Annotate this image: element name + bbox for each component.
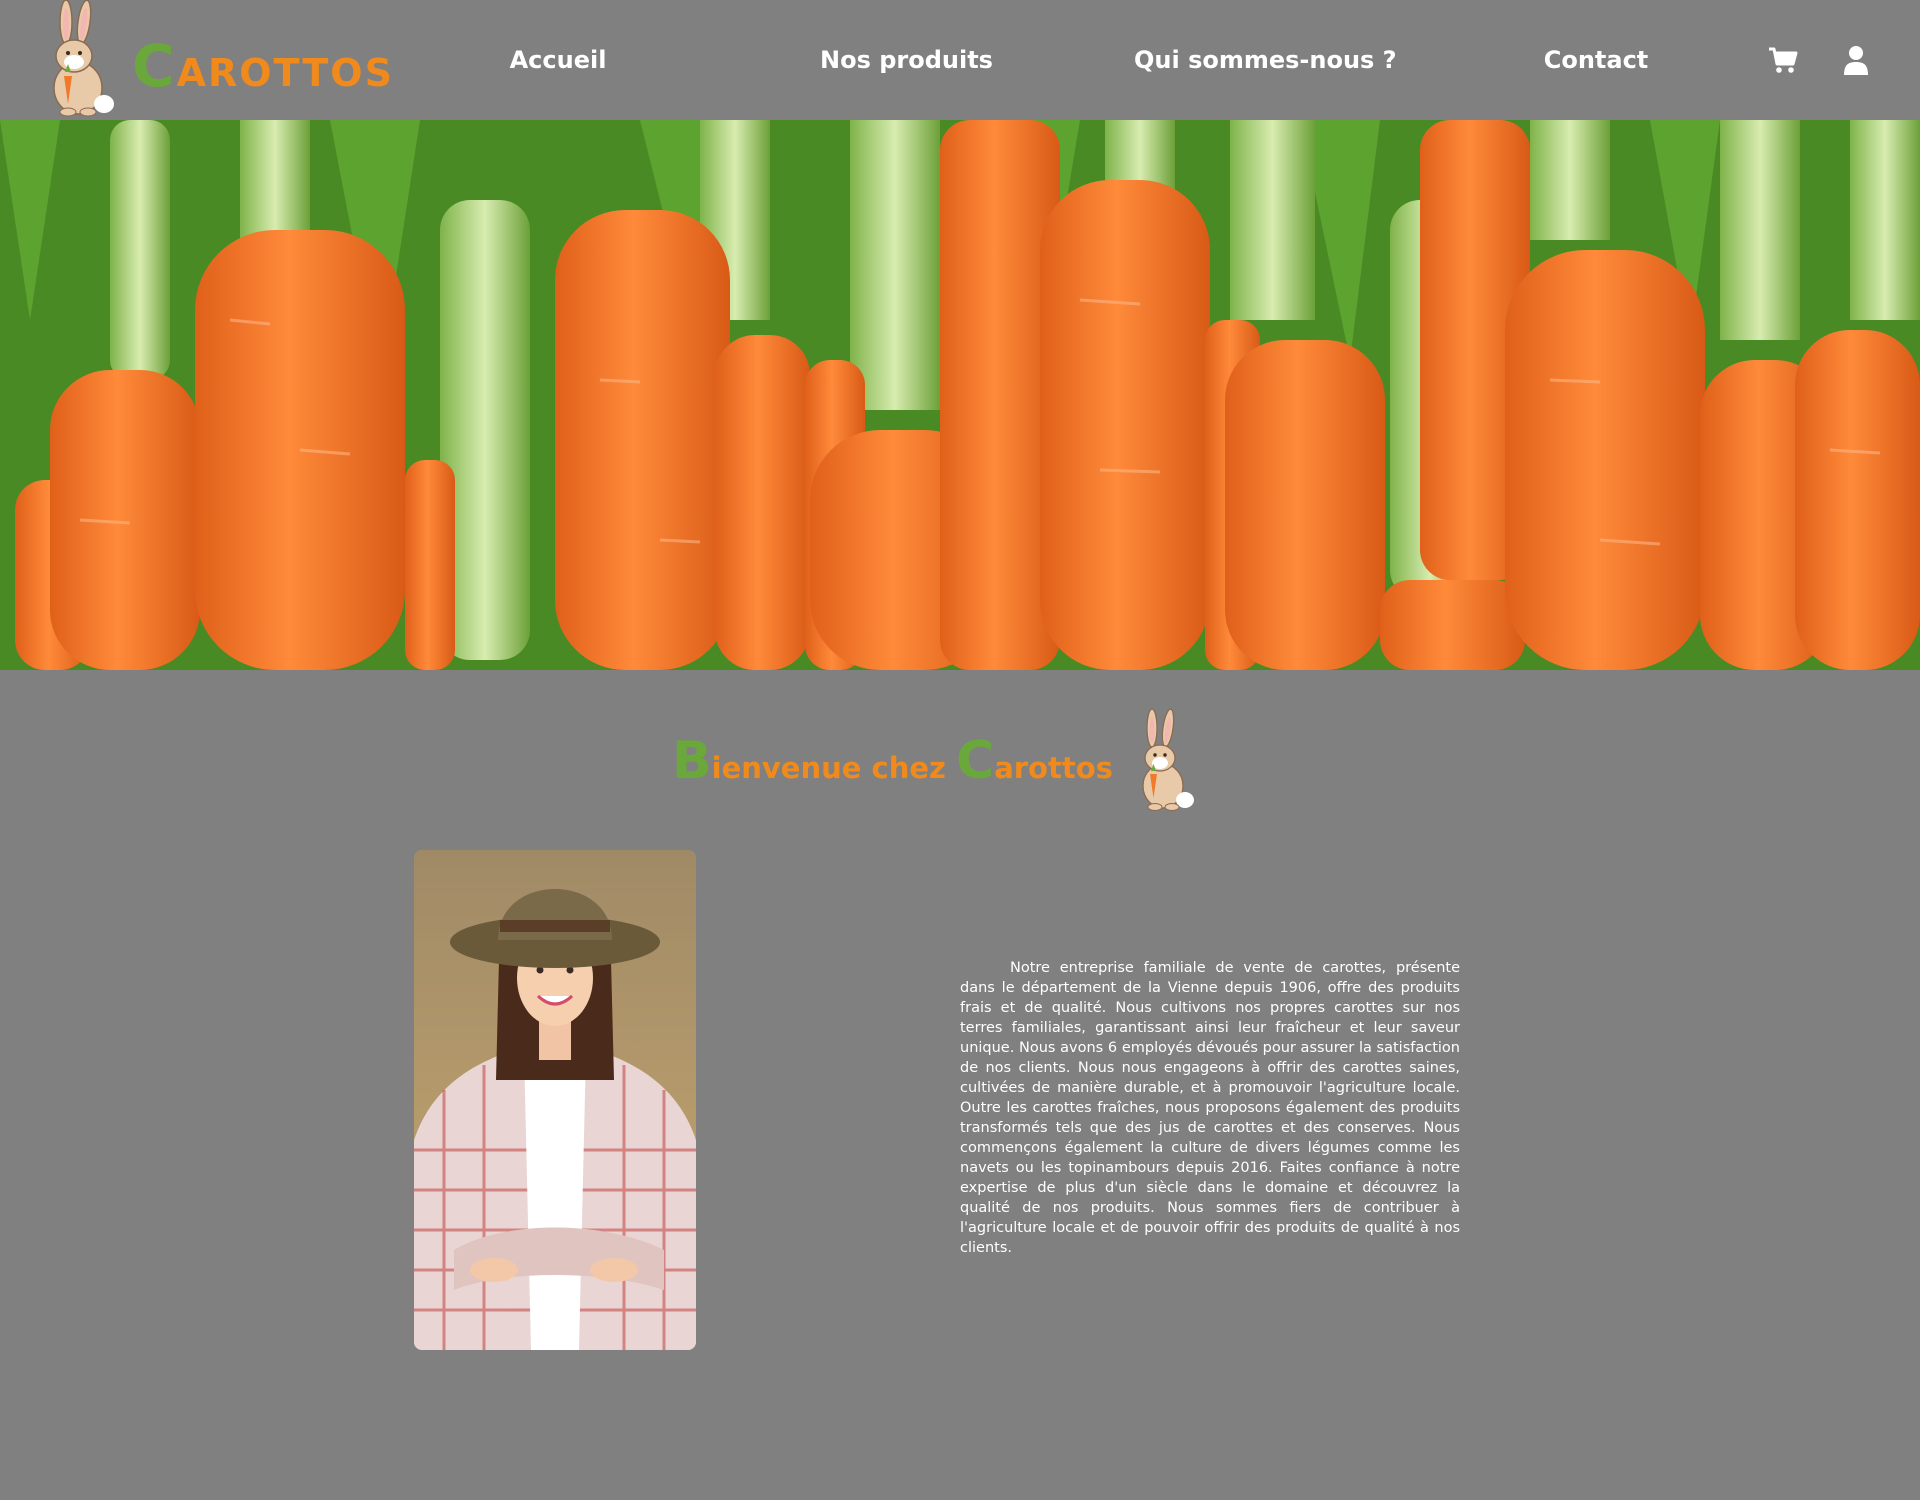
nav-link-nos-produits[interactable]: Nos produits: [820, 38, 993, 82]
welcome-text-part2: arottos: [994, 751, 1113, 785]
welcome-cap-c: C: [956, 731, 995, 791]
brand-name-rest: AROTTOS: [176, 51, 394, 95]
cart-icon[interactable]: [1767, 44, 1799, 76]
nav-link-contact[interactable]: Contact: [1540, 38, 1652, 82]
welcome-cap-b: B: [672, 731, 712, 791]
welcome-title: Bienvenue chez Carottos: [672, 726, 1113, 796]
bunny-mascot-icon: [1130, 708, 1196, 812]
site-header: CAROTTOS Accueil Nos produits Qui sommes…: [0, 0, 1920, 120]
nav-link-qui-sommes-nous[interactable]: Qui sommes-nous ?: [1134, 38, 1397, 82]
nav-link-accueil[interactable]: Accueil: [500, 38, 616, 82]
farmer-portrait-photo: [414, 850, 696, 1350]
about-paragraph: Notre entreprise familiale de vente de c…: [960, 960, 1460, 1256]
user-icon[interactable]: [1840, 44, 1872, 76]
brand-logo-text[interactable]: CAROTTOS: [132, 36, 394, 96]
brand-initial: C: [132, 32, 177, 100]
hero-carrots-image: [0, 120, 1920, 670]
welcome-text-part1: ienvenue chez: [711, 751, 957, 785]
bunny-logo-icon[interactable]: [38, 0, 118, 118]
